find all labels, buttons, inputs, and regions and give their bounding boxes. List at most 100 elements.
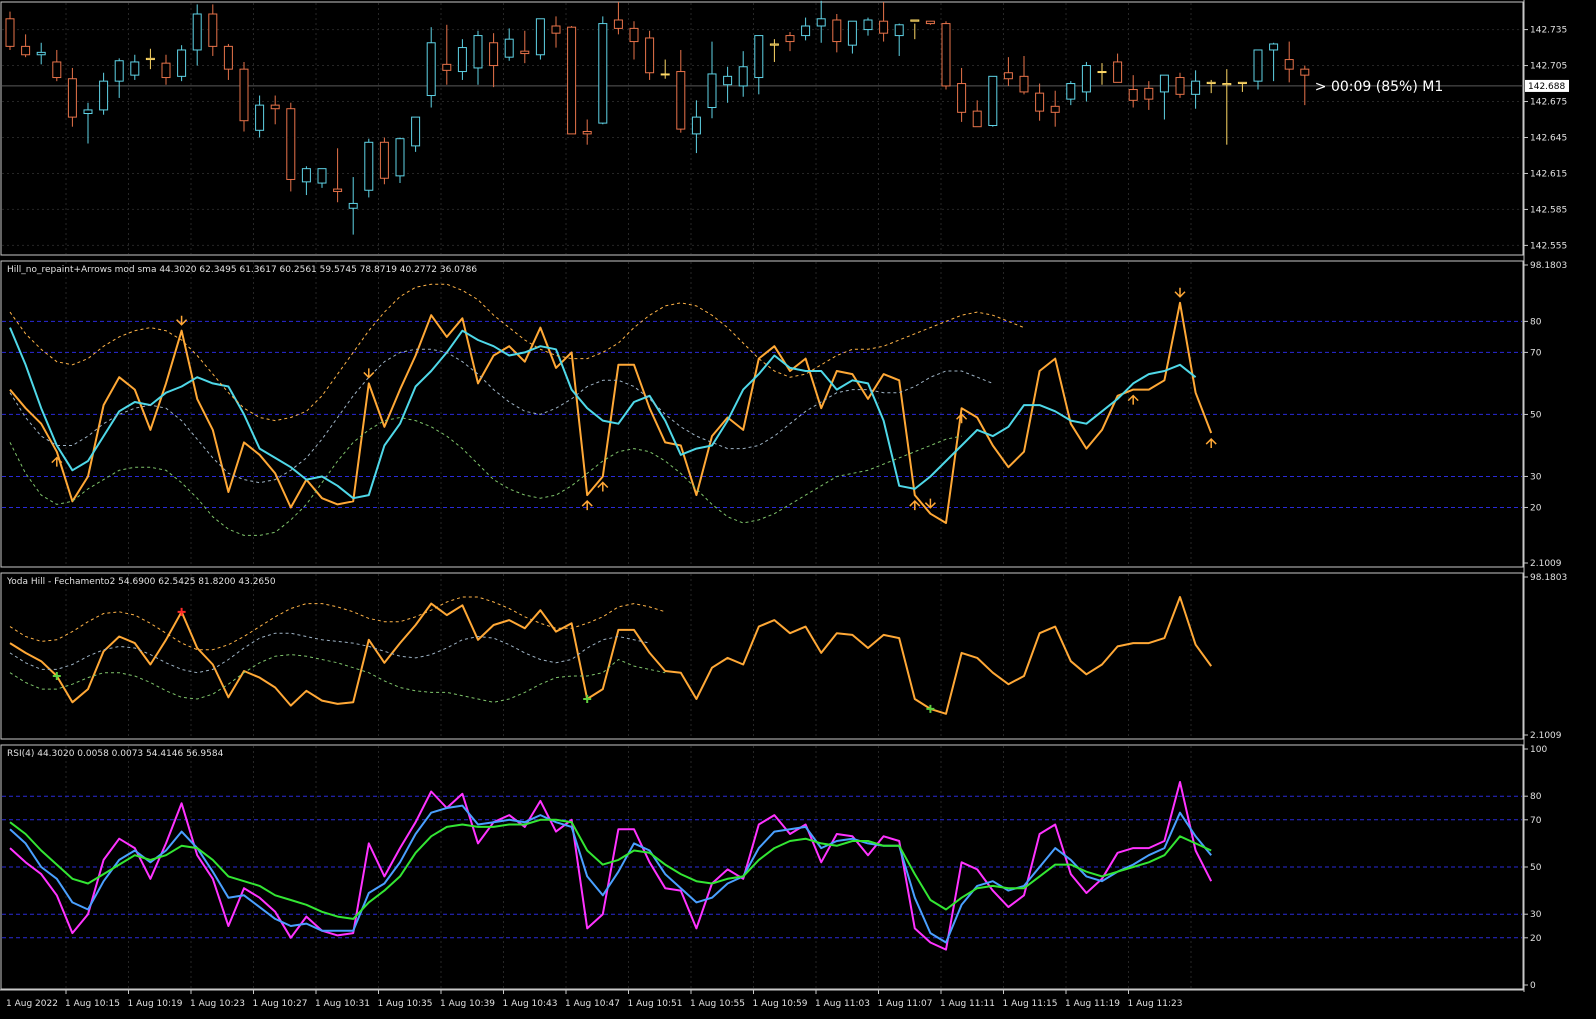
- candle-body: [1269, 43, 1279, 51]
- price-tick-label: 142.705: [1530, 62, 1567, 72]
- current-price-label: 142.688: [1528, 82, 1565, 92]
- candle-body: [1175, 77, 1185, 95]
- time-axis-label: 1 Aug 10:39: [440, 999, 495, 1009]
- time-axis-label: 1 Aug 11:23: [1128, 999, 1183, 1009]
- candle-body: [645, 37, 655, 74]
- candle-body: [535, 18, 545, 56]
- hill-panel-axis-label: 2.1009: [1530, 559, 1562, 569]
- candle-body: [691, 116, 701, 135]
- time-axis-label: 1 Aug 11:11: [940, 999, 995, 1009]
- candle-body: [114, 60, 124, 82]
- candle-body: [785, 35, 795, 43]
- candle-body: [894, 24, 904, 37]
- candle-body: [988, 75, 998, 127]
- hill-panel-title: Hill_no_repaint+Arrows mod sma 44.3020 6…: [7, 265, 477, 275]
- time-axis-label: 1 Aug 10:23: [190, 999, 245, 1009]
- candle-body: [972, 110, 982, 128]
- candle-body: [1035, 92, 1045, 112]
- candle-body: [317, 168, 327, 184]
- candle-body: [270, 104, 280, 110]
- rsi-panel-axis-label: 80: [1530, 792, 1542, 802]
- rsi-panel-axis-label: 0: [1530, 981, 1536, 991]
- candle-body: [941, 23, 951, 87]
- candle-body: [36, 51, 46, 56]
- candle-body: [1050, 105, 1060, 113]
- time-axis-label: 1 Aug 10:59: [753, 999, 808, 1009]
- countdown-label: > 00:09 (85%) M1: [1315, 79, 1443, 95]
- candle-body: [255, 104, 265, 131]
- candle-body: [442, 63, 452, 71]
- candle-body: [52, 61, 62, 79]
- candle-body: [816, 18, 826, 27]
- hill-panel-axis-label: 50: [1530, 410, 1542, 420]
- candle-body: [1128, 89, 1138, 101]
- chart-canvas[interactable]: 142.735 142.705 142.675 142.645 142.615 142.5…: [0, 0, 1596, 1015]
- candle-body: [598, 23, 608, 124]
- time-axis-label: 1 Aug 10:31: [315, 999, 370, 1009]
- candle-body: [863, 19, 873, 31]
- candle-body: [5, 18, 15, 47]
- candle-body: [364, 141, 374, 191]
- time-axis-label: 1 Aug 10:47: [565, 999, 620, 1009]
- yoda-panel-title: Yoda Hill - Fechamento2 54.6900 62.5425 …: [6, 577, 276, 587]
- hill-panel-axis-label: 20: [1530, 503, 1542, 513]
- candle-body: [1253, 49, 1263, 82]
- time-axis-label: 1 Aug 11:07: [878, 999, 933, 1009]
- candle-body: [629, 27, 639, 43]
- candle-body: [1003, 72, 1013, 80]
- rsi-panel-axis-label: 50: [1530, 863, 1542, 873]
- time-axis-label: 1 Aug 10:15: [65, 999, 120, 1009]
- trading-chart[interactable]: 142.735 142.705 142.675 142.645 142.615 142.5…: [0, 0, 1596, 1015]
- candle-body: [177, 49, 187, 77]
- candle-body: [520, 50, 530, 55]
- price-tick-label: 142.555: [1530, 241, 1567, 251]
- price-tick-label: 142.645: [1530, 133, 1567, 143]
- candle-body: [1019, 75, 1029, 93]
- candle-body: [208, 13, 218, 47]
- candle-body: [379, 141, 389, 179]
- candle-body: [286, 108, 296, 180]
- candle-body: [161, 62, 171, 79]
- candle-body: [847, 20, 857, 46]
- time-axis-label: 1 Aug 11:03: [815, 999, 870, 1009]
- candle-body: [660, 73, 670, 76]
- time-axis-label: 1 Aug 11:15: [1003, 999, 1058, 1009]
- rsi-panel-axis-label: 100: [1530, 745, 1547, 755]
- candle-body: [395, 138, 405, 177]
- candle-body: [223, 45, 233, 70]
- candle-body: [1300, 68, 1310, 76]
- candle-body: [910, 19, 920, 22]
- candle-body: [582, 130, 592, 135]
- candle-body: [457, 47, 467, 73]
- candle-body: [1284, 59, 1294, 70]
- candle-body: [192, 13, 202, 51]
- candle-body: [1237, 81, 1247, 85]
- candle-body: [707, 73, 717, 109]
- price-tick-label: 142.615: [1530, 169, 1567, 179]
- candle-body: [879, 20, 889, 34]
- rsi-panel-title: RSI(4) 44.3020 0.0058 0.0073 54.4146 56.…: [7, 749, 224, 759]
- candle-body: [1144, 87, 1154, 100]
- rsi-panel-axis-label: 30: [1530, 910, 1542, 920]
- yoda-panel-axis-label: 98.1803: [1530, 573, 1567, 583]
- candle-body: [1159, 74, 1169, 93]
- candle-body: [957, 83, 967, 113]
- time-axis-label: 1 Aug 10:51: [628, 999, 683, 1009]
- price-tick-label: 142.675: [1530, 98, 1567, 108]
- time-axis-label: 1 Aug 10:55: [690, 999, 745, 1009]
- yoda-panel-axis-label: 2.1009: [1530, 731, 1562, 741]
- candle-body: [832, 19, 842, 43]
- candle-body: [1066, 83, 1076, 100]
- time-axis-label: 1 Aug 10:43: [503, 999, 558, 1009]
- time-axis-label: 1 Aug 10:27: [253, 999, 308, 1009]
- candle-body: [239, 68, 249, 122]
- candle-body: [411, 116, 421, 147]
- candle-body: [489, 42, 499, 67]
- candle-body: [769, 43, 779, 46]
- rsi-panel-axis-label: 20: [1530, 934, 1542, 944]
- candle-body: [1222, 83, 1232, 86]
- rsi-panel-axis-label: 70: [1530, 816, 1542, 826]
- candle-body: [21, 45, 31, 56]
- candle-body: [67, 78, 77, 118]
- candle-body: [333, 188, 343, 192]
